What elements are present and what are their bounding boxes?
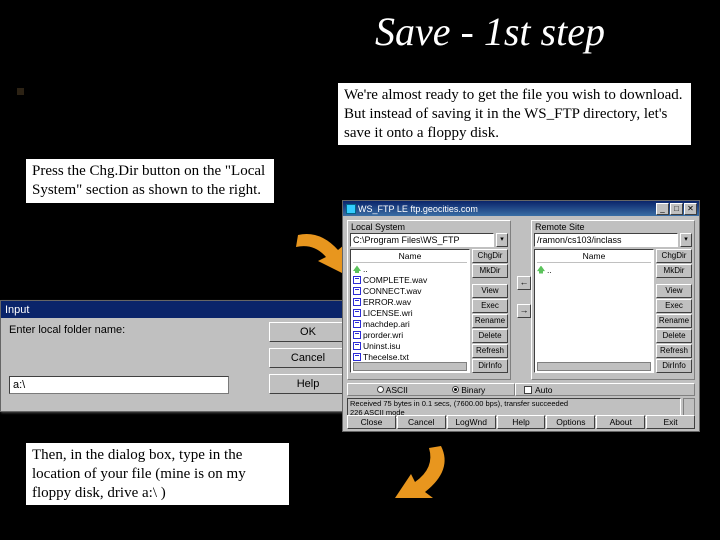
list-item[interactable]: .. <box>353 264 467 275</box>
view-button[interactable]: View <box>656 284 692 298</box>
ascii-radio[interactable] <box>377 386 384 393</box>
view-button[interactable]: View <box>472 284 508 298</box>
list-item[interactable]: Uninst.isu <box>353 340 467 351</box>
download-button[interactable]: ← <box>517 276 531 290</box>
list-item[interactable]: CONNECT.wav <box>353 286 467 297</box>
ok-button[interactable]: OK <box>269 322 347 342</box>
wsftp-titlebar: WS_FTP LE ftp.geocities.com _ □ ✕ <box>343 201 699 216</box>
up-icon <box>537 266 545 274</box>
arrow-to-dialog <box>383 440 463 510</box>
dialog-titlebar: Input ✕ <box>1 301 359 318</box>
remote-panel: Remote Site /ramon/cs103/inclass ▾ Name … <box>531 220 695 380</box>
intro-text: We're almost ready to get the file you w… <box>337 82 692 146</box>
local-file-list[interactable]: Name .. COMPLETE.wav CONNECT.wav ERROR.w… <box>350 249 470 373</box>
file-icon <box>353 309 361 317</box>
step2-text: Then, in the dialog box, type in the loc… <box>25 442 290 506</box>
local-path[interactable]: C:\Program Files\WS_FTP <box>350 233 494 247</box>
list-item[interactable]: Thecelse.txt <box>353 351 467 362</box>
input-dialog: Input ✕ Enter local folder name: OK Canc… <box>0 300 360 412</box>
remote-side-buttons: ChgDir MkDir View Exec Rename Delete Ref… <box>656 249 692 373</box>
app-icon <box>346 204 356 214</box>
local-panel: Local System C:\Program Files\WS_FTP ▾ N… <box>347 220 511 380</box>
chgdir-button[interactable]: ChgDir <box>472 249 508 263</box>
arrow-to-chgdir <box>290 225 350 280</box>
close-icon[interactable]: ✕ <box>684 203 697 215</box>
refresh-button[interactable]: Refresh <box>472 344 508 358</box>
bullet-dot <box>17 88 24 95</box>
transfer-mode-row: ASCII Binary Auto <box>347 383 695 396</box>
list-item[interactable]: .. <box>537 264 651 275</box>
minimize-icon[interactable]: _ <box>656 203 669 215</box>
logwnd-button[interactable]: LogWnd <box>447 415 496 429</box>
list-item[interactable]: LICENSE.wri <box>353 308 467 319</box>
mkdir-button[interactable]: MkDir <box>472 264 508 278</box>
upload-button[interactable]: → <box>517 304 531 318</box>
file-icon <box>353 276 361 284</box>
slide-title: Save - 1st step <box>0 0 720 59</box>
rename-button[interactable]: Rename <box>656 314 692 328</box>
chevron-down-icon[interactable]: ▾ <box>496 233 508 247</box>
file-icon <box>353 331 361 339</box>
up-icon <box>353 265 361 273</box>
file-icon <box>353 320 361 328</box>
step1-text: Press the Chg.Dir button on the "Local S… <box>25 158 275 204</box>
mkdir-button[interactable]: MkDir <box>656 264 692 278</box>
folder-input[interactable] <box>9 376 229 394</box>
dirinfo-button[interactable]: DirInfo <box>472 359 508 373</box>
wsftp-window: WS_FTP LE ftp.geocities.com _ □ ✕ Local … <box>342 200 700 432</box>
close-button[interactable]: Close <box>347 415 396 429</box>
dialog-title: Input <box>5 304 29 316</box>
local-hdr-name: Name <box>353 251 467 263</box>
delete-button[interactable]: Delete <box>472 329 508 343</box>
exec-button[interactable]: Exec <box>656 299 692 313</box>
auto-checkbox[interactable] <box>524 386 532 394</box>
file-icon <box>353 342 361 350</box>
help-button[interactable]: Help <box>269 374 347 394</box>
delete-button[interactable]: Delete <box>656 329 692 343</box>
bottom-button-row: Close Cancel LogWnd Help Options About E… <box>347 415 695 429</box>
chevron-down-icon[interactable]: ▾ <box>680 233 692 247</box>
file-icon <box>353 353 361 361</box>
scrollbar-h[interactable] <box>353 362 467 371</box>
list-item[interactable]: ERROR.wav <box>353 297 467 308</box>
scrollbar-h[interactable] <box>537 362 651 371</box>
help-button[interactable]: Help <box>497 415 546 429</box>
list-item[interactable]: COMPLETE.wav <box>353 275 467 286</box>
cancel-button[interactable]: Cancel <box>269 348 347 368</box>
maximize-icon[interactable]: □ <box>670 203 683 215</box>
list-item[interactable]: machdep.ari <box>353 318 467 329</box>
remote-title: Remote Site <box>532 221 694 233</box>
rename-button[interactable]: Rename <box>472 314 508 328</box>
list-item[interactable]: prorder.wri <box>353 329 467 340</box>
dialog-label: Enter local folder name: <box>9 324 125 336</box>
remote-hdr-name: Name <box>537 251 651 263</box>
remote-path[interactable]: /ramon/cs103/inclass <box>534 233 678 247</box>
cancel-button[interactable]: Cancel <box>397 415 446 429</box>
transfer-buttons: ← → <box>517 276 531 318</box>
about-button[interactable]: About <box>596 415 645 429</box>
local-side-buttons: ChgDir MkDir View Exec Rename Delete Ref… <box>472 249 508 373</box>
dirinfo-button[interactable]: DirInfo <box>656 359 692 373</box>
binary-radio[interactable] <box>452 386 459 393</box>
remote-file-list[interactable]: Name .. <box>534 249 654 373</box>
refresh-button[interactable]: Refresh <box>656 344 692 358</box>
options-button[interactable]: Options <box>546 415 595 429</box>
chgdir-button[interactable]: ChgDir <box>656 249 692 263</box>
local-title: Local System <box>348 221 510 233</box>
file-icon <box>353 298 361 306</box>
exit-button[interactable]: Exit <box>646 415 695 429</box>
wsftp-title: WS_FTP LE ftp.geocities.com <box>358 204 478 214</box>
exec-button[interactable]: Exec <box>472 299 508 313</box>
file-icon <box>353 287 361 295</box>
